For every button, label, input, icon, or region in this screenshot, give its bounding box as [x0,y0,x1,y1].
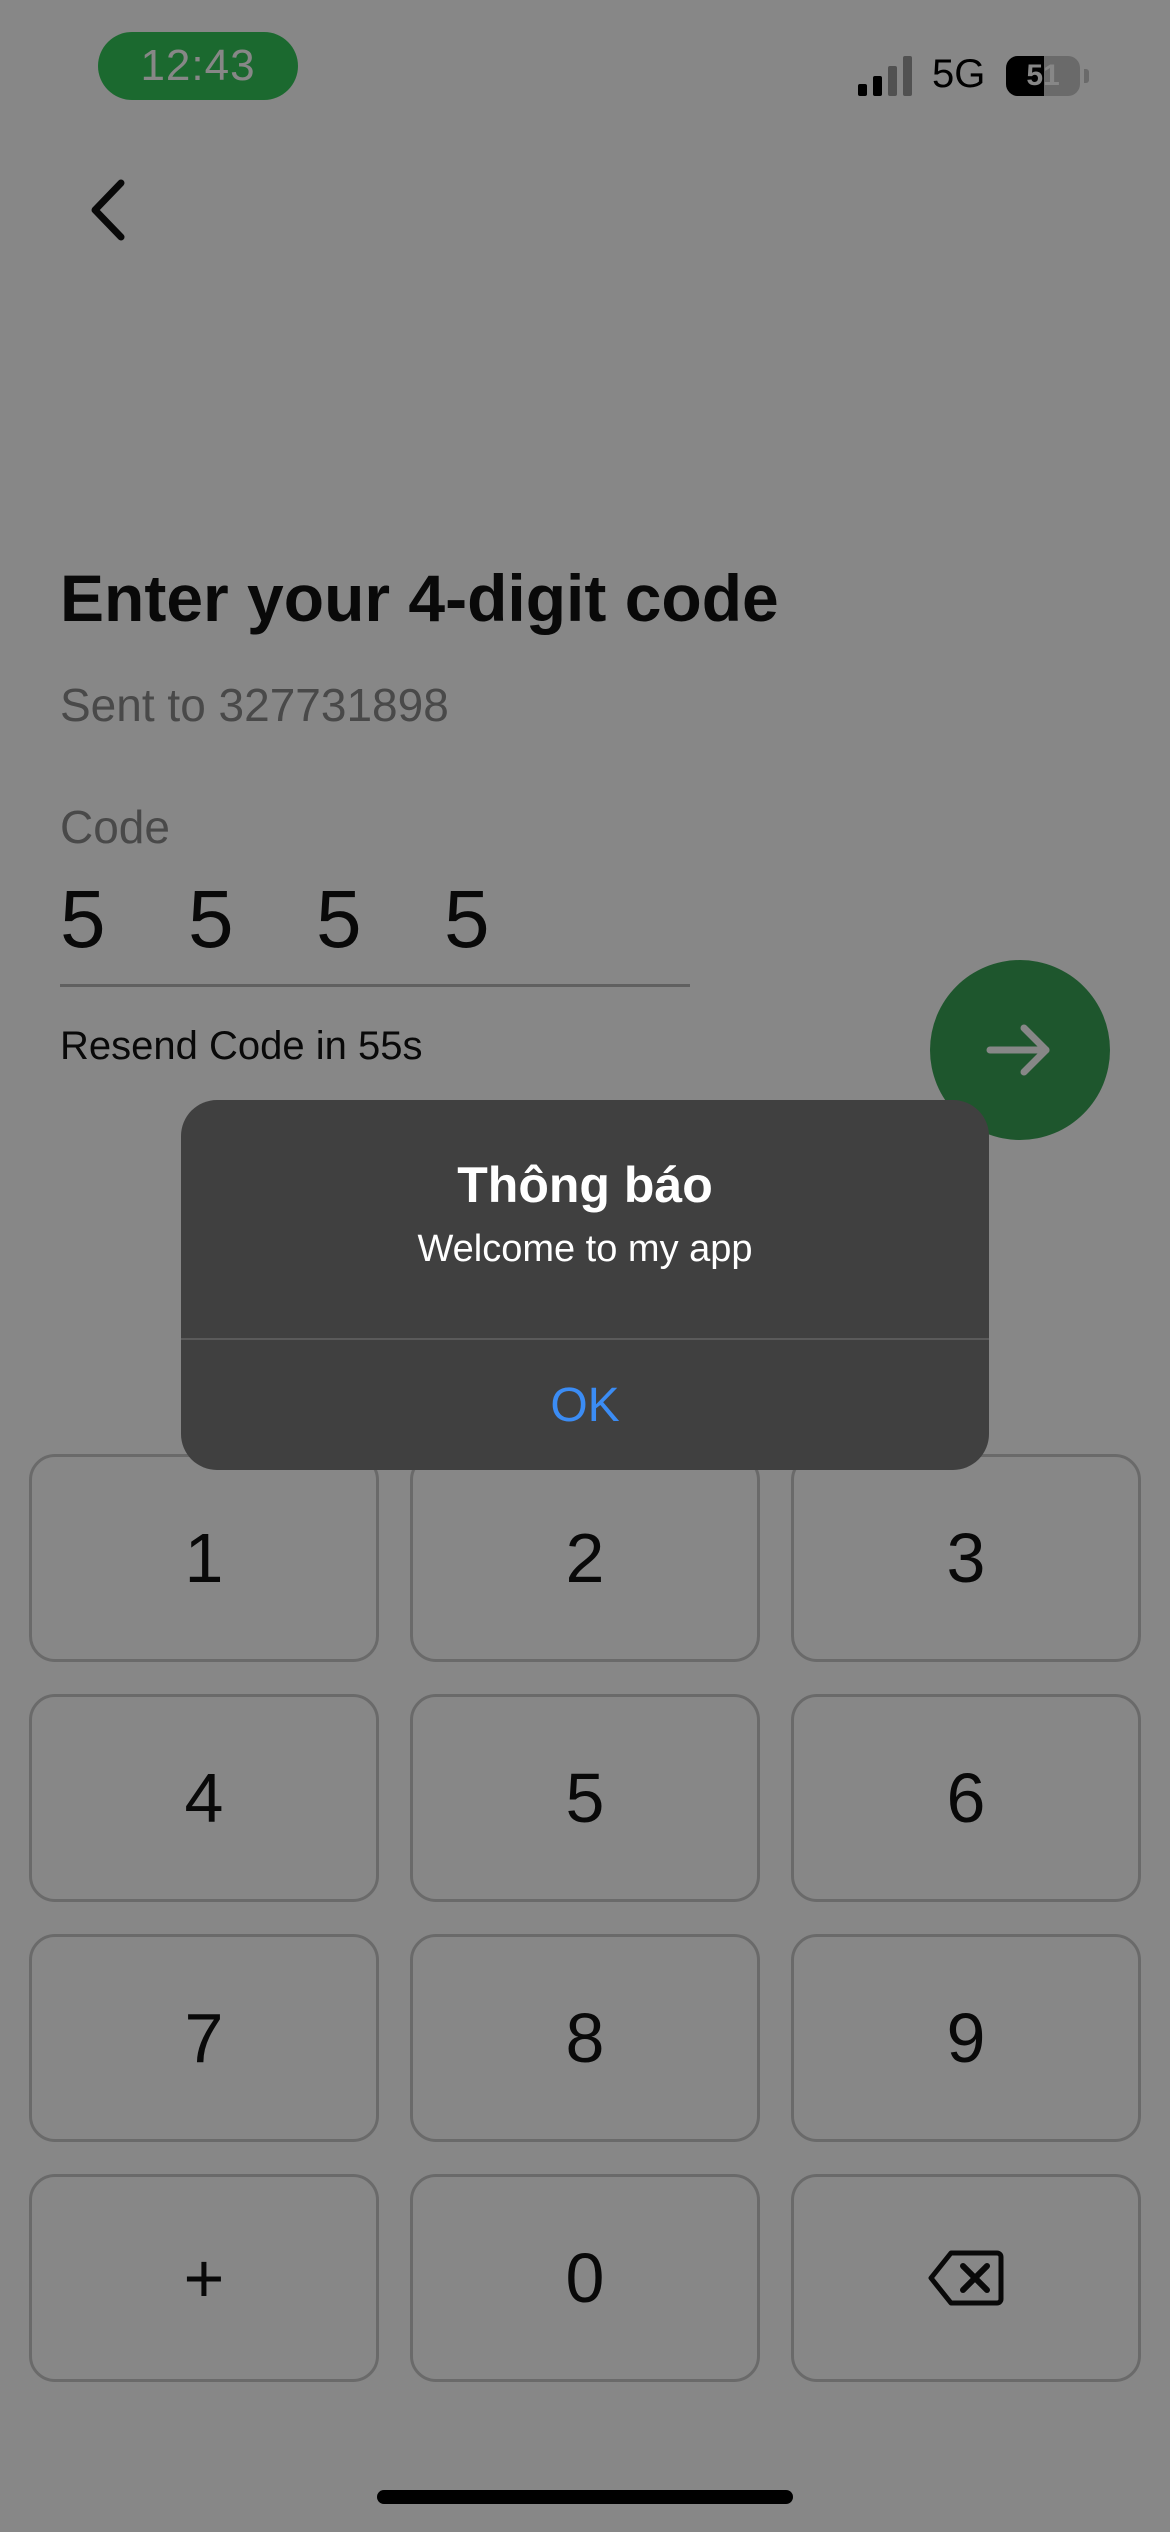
verification-screen: 12:43 5G 51 Enter your 4-digit code Sent… [0,0,1170,2532]
alert-dialog: Thông báo Welcome to my app OK [181,1100,989,1470]
alert-message: Welcome to my app [417,1228,753,1270]
alert-title: Thông báo [457,1157,713,1213]
alert-ok-button[interactable]: OK [181,1340,989,1470]
